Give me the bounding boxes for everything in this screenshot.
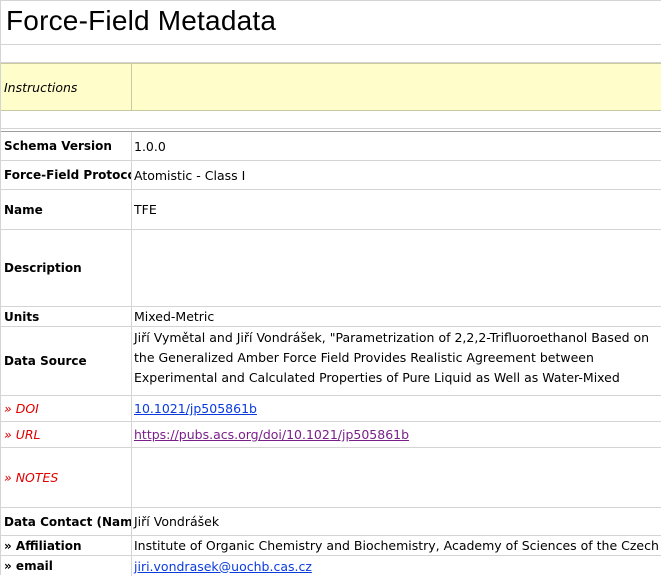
url-row: » URL https://pubs.acs.org/doi/10.1021/j… [1, 422, 661, 448]
instructions-row: Instructions [1, 63, 661, 111]
description-row: Description [1, 230, 661, 307]
name-label[interactable]: Name [1, 190, 132, 229]
protocol-value[interactable]: Atomistic - Class I [132, 161, 661, 189]
description-value[interactable] [132, 230, 661, 306]
data-source-label[interactable]: Data Source [1, 327, 132, 395]
notes-label[interactable]: » NOTES [1, 448, 132, 507]
url-label[interactable]: » URL [1, 422, 132, 447]
instructions-value[interactable] [132, 64, 661, 110]
data-source-row: Data Source Jiří Vymětal and Jiří Vondrá… [1, 327, 661, 396]
schema-version-label[interactable]: Schema Version [1, 132, 132, 160]
name-value[interactable]: TFE [132, 190, 661, 229]
doi-link[interactable]: 10.1021/jp505861b [134, 401, 257, 416]
doi-label[interactable]: » DOI [1, 396, 132, 421]
data-source-value: Jiří Vymětal and Jiří Vondrášek, "Parame… [134, 330, 650, 385]
units-label[interactable]: Units [1, 307, 132, 326]
data-contact-label[interactable]: Data Contact (Name) [1, 508, 132, 535]
email-label[interactable]: » email [1, 556, 132, 576]
data-contact-value[interactable]: Jiří Vondrášek [132, 508, 661, 535]
email-row: » email jiri.vondrasek@uochb.cas.cz [1, 556, 661, 576]
title-row: Force-Field Metadata [1, 1, 661, 45]
affiliation-row: » Affiliation Institute of Organic Chemi… [1, 536, 661, 556]
email-cell[interactable]: jiri.vondrasek@uochb.cas.cz [132, 556, 661, 576]
notes-value[interactable] [132, 448, 661, 507]
spacer-row [1, 111, 661, 129]
page-title[interactable]: Force-Field Metadata [6, 5, 276, 37]
url-link[interactable]: https://pubs.acs.org/doi/10.1021/jp50586… [134, 427, 409, 442]
url-cell[interactable]: https://pubs.acs.org/doi/10.1021/jp50586… [132, 422, 661, 447]
empty-cell[interactable] [1, 45, 661, 62]
doi-cell[interactable]: 10.1021/jp505861b [132, 396, 661, 421]
doi-row: » DOI 10.1021/jp505861b [1, 396, 661, 422]
description-label[interactable]: Description [1, 230, 132, 306]
protocol-row: Force-Field Protocol Atomistic - Class I [1, 161, 661, 190]
instructions-label[interactable]: Instructions [1, 64, 132, 110]
affiliation-label[interactable]: » Affiliation [1, 536, 132, 555]
notes-row: » NOTES [1, 448, 661, 508]
spreadsheet-grid: Force-Field Metadata Instructions Schema… [0, 0, 661, 576]
schema-version-row: Schema Version 1.0.0 [1, 132, 661, 161]
spacer-row [1, 45, 661, 63]
protocol-label[interactable]: Force-Field Protocol [1, 161, 132, 189]
units-row: Units Mixed-Metric [1, 307, 661, 327]
data-source-cell[interactable]: Jiří Vymětal and Jiří Vondrášek, "Parame… [132, 327, 661, 395]
schema-version-value[interactable]: 1.0.0 [132, 132, 661, 160]
data-contact-row: Data Contact (Name) Jiří Vondrášek [1, 508, 661, 536]
units-value[interactable]: Mixed-Metric [132, 307, 661, 326]
affiliation-value[interactable]: Institute of Organic Chemistry and Bioch… [132, 536, 661, 555]
email-link[interactable]: jiri.vondrasek@uochb.cas.cz [134, 559, 312, 574]
name-row: Name TFE [1, 190, 661, 230]
empty-cell[interactable] [1, 111, 661, 128]
